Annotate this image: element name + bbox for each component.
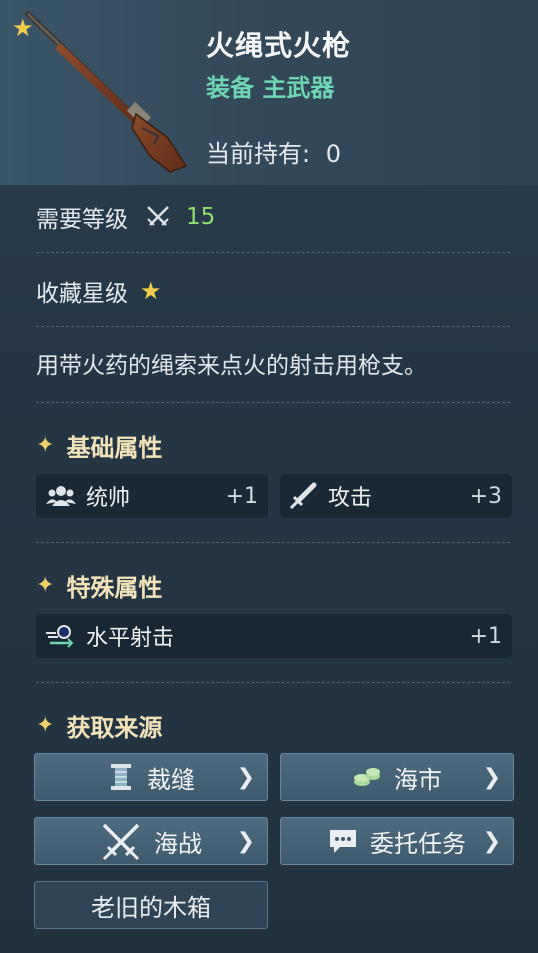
chevron-right-icon: ❯ (236, 828, 255, 854)
attr-value: +3 (469, 483, 502, 509)
special-attributes-label: 特殊属性 (66, 574, 163, 602)
owned-value: 0 (325, 140, 342, 168)
special-attributes-title: ✦ 特殊属性 (36, 568, 162, 603)
musket-image (25, 11, 188, 173)
owned-separator: : (302, 140, 311, 168)
source-market-button[interactable]: 海市 ❯ (280, 753, 514, 801)
sparkle-icon: ✦ (36, 573, 55, 598)
rarity-row: 收藏星级 ★ (36, 274, 162, 308)
attr-horizontal-shot: 水平射击 +1 (36, 614, 512, 658)
source-naval-battle-button[interactable]: 海战 ❯ (34, 817, 268, 865)
spool-icon (107, 762, 135, 792)
divider (36, 326, 510, 327)
horizontal-shot-icon (44, 623, 76, 649)
attr-value: +1 (225, 483, 258, 509)
item-header: ★ 火绳式火枪 装备 主武器 当前持有: 0 (0, 0, 538, 185)
sword-icon (288, 481, 318, 511)
owned-count: 当前持有: 0 (206, 134, 341, 169)
attr-label: 攻击 (328, 486, 373, 511)
attr-label: 统帅 (86, 486, 131, 511)
source-label: 裁缝 (147, 765, 195, 794)
rarity-label: 收藏星级 (36, 281, 128, 307)
owned-label: 当前持有 (206, 140, 302, 168)
source-label: 海市 (394, 765, 442, 794)
item-detail-panel: ★ 火绳式火枪 装备 主武器 当前持有: 0 需要等级 15 收藏星级 ★ 用带… (0, 0, 538, 953)
chevron-right-icon: ❯ (482, 764, 501, 790)
base-attributes-label: 基础属性 (66, 434, 163, 462)
divider (36, 682, 510, 683)
item-description: 用带火药的绳索来点火的射击用枪支。 (36, 353, 427, 379)
divider (36, 542, 510, 543)
crossed-swords-icon (144, 203, 172, 231)
chat-icon (328, 827, 358, 855)
source-old-crate: 老旧的木箱 (34, 881, 268, 929)
item-name: 火绳式火枪 (206, 29, 352, 62)
base-attributes-title: ✦ 基础属性 (36, 428, 162, 463)
item-type: 装备 主武器 (206, 74, 335, 102)
crossed-swords-icon (100, 821, 142, 861)
attr-command: 统帅 +1 (36, 474, 268, 518)
required-level-label: 需要等级 (36, 207, 128, 233)
source-label: 委托任务 (370, 829, 466, 858)
source-extra-label: 老旧的木箱 (91, 893, 211, 922)
divider (36, 402, 510, 403)
coins-icon (352, 764, 382, 790)
sparkle-icon: ✦ (36, 713, 55, 738)
attr-attack: 攻击 +3 (280, 474, 512, 518)
attr-label: 水平射击 (86, 626, 175, 651)
chevron-right-icon: ❯ (236, 764, 255, 790)
source-label: 海战 (154, 829, 202, 858)
sparkle-icon: ✦ (36, 433, 55, 458)
divider (36, 252, 510, 253)
sources-label: 获取来源 (66, 714, 163, 742)
required-level-value: 15 (186, 204, 216, 230)
rarity-star-icon: ★ (140, 277, 162, 305)
sources-title: ✦ 获取来源 (36, 708, 162, 743)
favorite-star-icon[interactable]: ★ (12, 14, 34, 42)
source-commission-button[interactable]: 委托任务 ❯ (280, 817, 514, 865)
source-tailor-button[interactable]: 裁缝 ❯ (34, 753, 268, 801)
chevron-right-icon: ❯ (482, 828, 501, 854)
required-level-row: 需要等级 15 (36, 200, 215, 234)
attr-value: +1 (469, 623, 502, 649)
group-icon (46, 484, 76, 508)
